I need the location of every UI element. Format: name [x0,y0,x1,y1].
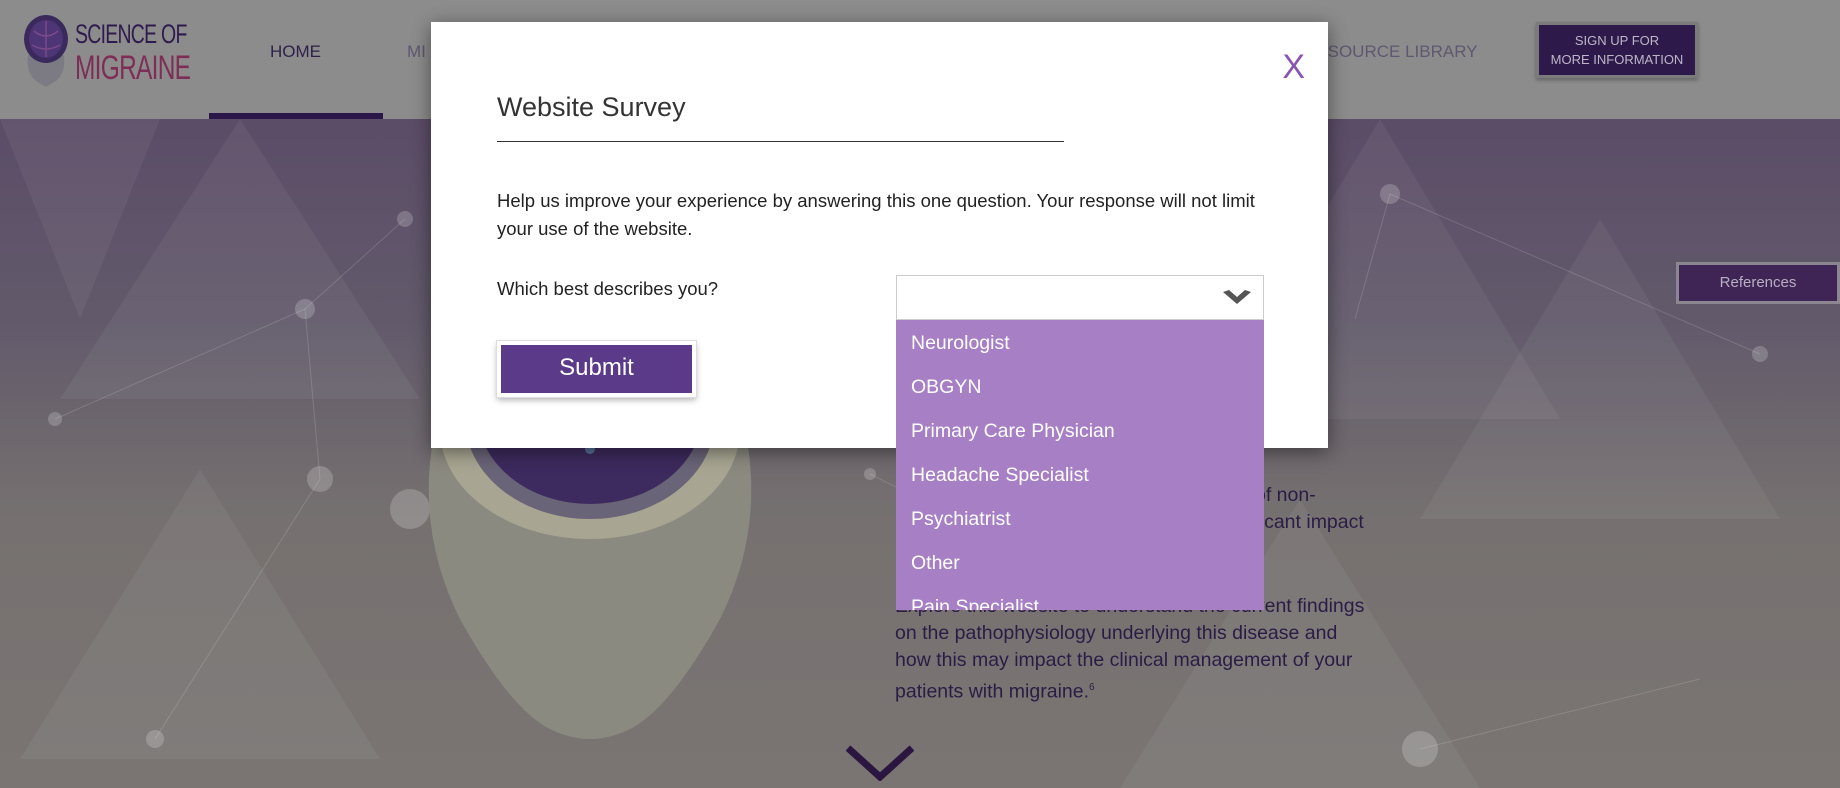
option-neurologist[interactable]: Neurologist [896,320,1264,364]
option-pain-specialist[interactable]: Pain Specialist [896,584,1264,610]
option-psychiatrist[interactable]: Psychiatrist [896,496,1264,540]
title-divider [497,141,1064,142]
nav-item-migraine[interactable]: MI [407,42,426,62]
logo-text-bottom: MIGRAINE [75,49,191,87]
modal-title: Website Survey [497,92,686,122]
option-primary-care[interactable]: Primary Care Physician [896,408,1264,452]
hero-text-fragment-2: ificant impact [1250,511,1364,533]
sign-up-button[interactable]: SIGN UP FOR MORE INFORMATION [1536,22,1698,78]
modal-description: Help us improve your experience by answe… [497,190,1255,239]
nav-resource-library[interactable]: RESOURCE LIBRARY [1304,42,1478,62]
chevron-down-icon [1223,290,1251,304]
sign-up-line2: MORE INFORMATION [1550,52,1684,67]
logo-text-top: SCIENCE OF [75,19,187,49]
role-dropdown-list: Neurologist OBGYN Primary Care Physician… [896,320,1264,610]
hero-line: how this may impact the clinical managem… [895,649,1353,671]
submit-button[interactable]: Submit [496,340,697,398]
hero-line: on the pathophysiology underlying this d… [895,622,1338,644]
role-select[interactable] [896,275,1264,320]
hero-line-text: patients with migraine. [895,680,1090,703]
logo[interactable]: SCIENCE OF MIGRAINE [22,15,191,87]
option-obgyn[interactable]: OBGYN [896,364,1264,408]
hero-text-fragment-1: of non- [1255,484,1316,506]
option-headache-specialist[interactable]: Headache Specialist [896,452,1264,496]
scroll-down-chevron-icon[interactable] [845,745,915,781]
footnote-ref[interactable]: 6 [1089,682,1095,693]
sign-up-line1: SIGN UP FOR [1574,33,1660,48]
question-label: Which best describes you? [497,278,719,299]
hero-line: patients with migraine.6 [895,674,1364,706]
references-button[interactable]: References [1676,262,1840,304]
brain-head-logo-icon [24,15,68,87]
close-button[interactable]: X [1282,48,1305,87]
option-other[interactable]: Other [896,540,1264,584]
nav-home[interactable]: HOME [270,42,321,62]
